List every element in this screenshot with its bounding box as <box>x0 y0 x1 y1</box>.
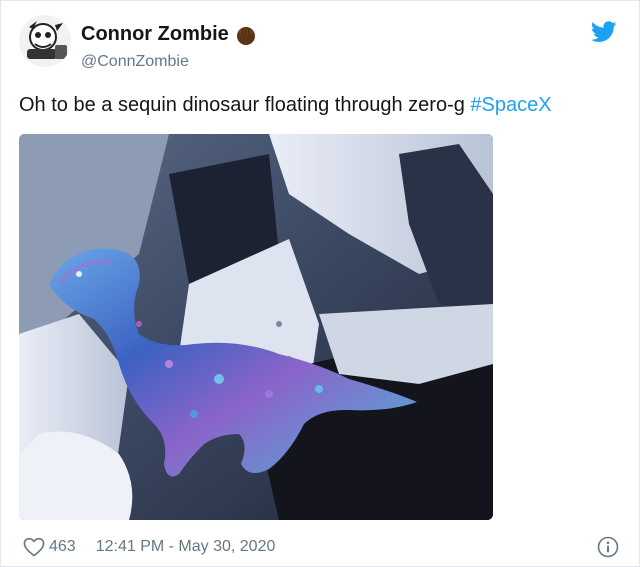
heart-icon[interactable] <box>23 537 45 557</box>
display-name[interactable]: Connor Zombie <box>81 23 229 46</box>
avatar[interactable] <box>19 15 71 67</box>
tweet-text: Oh to be a sequin dinosaur floating thro… <box>19 94 552 117</box>
fist-emoji-icon <box>235 24 257 46</box>
tweet-timestamp[interactable]: 12:41 PM - May 30, 2020 <box>96 538 276 556</box>
name-row: Connor Zombie <box>81 23 257 46</box>
hashtag-link[interactable]: #SpaceX <box>470 94 551 116</box>
tweet-card: Connor Zombie @ConnZombie Oh to be a seq… <box>0 0 640 567</box>
tweet-photo[interactable] <box>19 134 493 520</box>
tweet-text-body: Oh to be a sequin dinosaur floating thro… <box>19 94 471 116</box>
user-handle[interactable]: @ConnZombie <box>81 53 189 71</box>
info-icon[interactable] <box>597 536 619 558</box>
like-count: 463 <box>49 538 76 555</box>
twitter-bird-icon[interactable] <box>590 21 617 43</box>
tweet-footer: 463 12:41 PM - May 30, 2020 <box>23 537 275 557</box>
